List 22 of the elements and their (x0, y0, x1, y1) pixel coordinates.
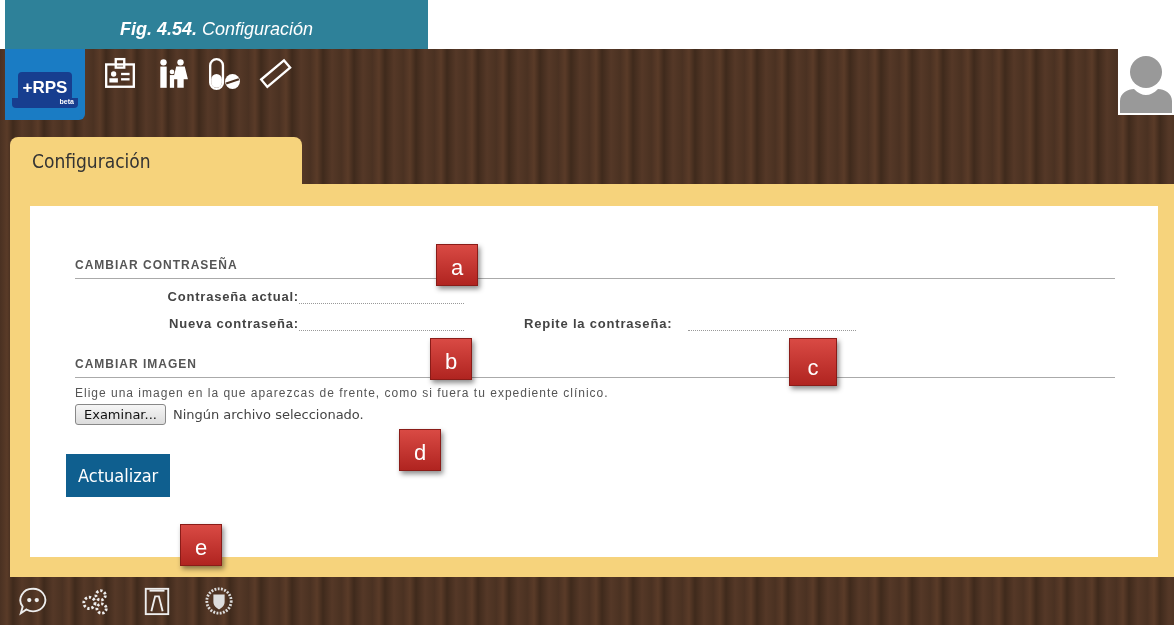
figure-caption: Fig. 4.54. Configuración (5, 0, 428, 49)
annotation-marker: d (399, 429, 441, 471)
file-status: Ningún archivo seleccionado. (172, 407, 364, 422)
id-card-icon[interactable] (103, 57, 137, 91)
section-heading: CAMBIAR CONTRASEÑA (75, 258, 238, 272)
field-label: Nueva contraseña: (168, 316, 299, 331)
speech-bubble-icon[interactable] (18, 586, 48, 616)
hint-text: Elige una imagen en la que aparezcas de frente, como si fuera tu expediente clínico. (75, 386, 610, 400)
pills-icon[interactable] (207, 57, 241, 91)
configuration-tab[interactable]: Configuración (10, 137, 302, 184)
annotation-marker: a (436, 244, 478, 286)
field-label: Repite la contraseña: (524, 316, 674, 331)
ruler-icon[interactable] (259, 57, 293, 91)
field-label: Contraseña actual: (166, 289, 299, 304)
annotation-marker: b (430, 338, 472, 380)
book-icon[interactable] (142, 586, 172, 616)
section-heading: CAMBIAR IMAGEN (75, 357, 197, 371)
browse-button[interactable]: Examinar... (75, 404, 166, 425)
annotation-marker: c (789, 338, 837, 386)
avatar[interactable] (1118, 49, 1174, 115)
update-button[interactable]: Actualizar (66, 454, 171, 497)
annotation-marker: e (180, 524, 222, 566)
